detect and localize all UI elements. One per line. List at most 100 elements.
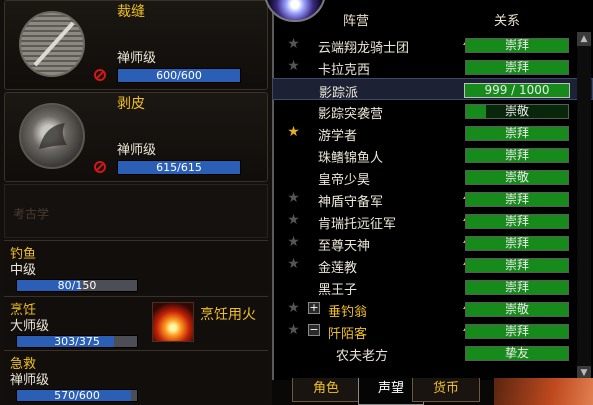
- cooking-fire-label[interactable]: 烹饪用火: [200, 304, 256, 324]
- scroll-up-icon[interactable]: ▲: [577, 32, 591, 46]
- skill-value: 615/615: [156, 161, 202, 174]
- standing-bar: 挚友: [465, 346, 569, 361]
- standing-label: 崇拜: [504, 148, 529, 162]
- faction-name: 神盾守备军: [318, 195, 384, 210]
- standing-label: 崇拜: [504, 192, 529, 206]
- tab-currency[interactable]: 货币: [412, 378, 480, 402]
- collapse-icon[interactable]: −: [308, 324, 320, 336]
- star-icon[interactable]: ★: [286, 235, 301, 250]
- standing-bar: 崇拜: [465, 280, 569, 295]
- secondary-skill-first-aid[interactable]: 急救 禅师级 570/600: [4, 350, 268, 404]
- reputation-row[interactable]: ★ − 阡陌客 崇拜: [272, 320, 593, 342]
- archaeology-row: 考古学: [4, 184, 268, 238]
- profession-name: 剥皮: [117, 96, 145, 112]
- standing-bar: 崇拜: [465, 258, 569, 273]
- standing-label: 崇敬: [504, 170, 529, 184]
- secondary-skill-fishing[interactable]: 钓鱼 中级 80/150: [4, 240, 268, 294]
- standing-label: 崇拜: [504, 280, 529, 294]
- standing-label: 崇拜: [504, 258, 529, 272]
- tab-character[interactable]: 角色: [292, 378, 360, 402]
- standing-bar: 崇敬: [465, 302, 569, 317]
- faction-name: 卡拉克西: [318, 63, 371, 78]
- standing-label: 挚友: [504, 346, 529, 360]
- profession-skill-bar: 615/615: [117, 160, 241, 175]
- skill-value: 80/150: [57, 279, 97, 292]
- reputation-row[interactable]: 农夫老方 挚友: [272, 342, 593, 364]
- standing-bar: 崇拜: [465, 126, 569, 141]
- standing-label: 崇拜: [504, 324, 529, 338]
- tailoring-icon[interactable]: [19, 11, 85, 77]
- reputation-scrollbar[interactable]: ▲ ▼: [577, 32, 591, 380]
- star-icon[interactable]: ★: [286, 257, 301, 272]
- unlearn-icon[interactable]: [94, 161, 106, 173]
- standing-bar: 999 / 1000: [464, 83, 570, 98]
- reputation-row[interactable]: ★ 金莲教 崇拜: [272, 254, 593, 276]
- reputation-row[interactable]: ★ 肯瑞托远征军 崇拜: [272, 210, 593, 232]
- faction-name: 黑王子: [318, 283, 358, 298]
- standing-bar: 崇拜: [465, 60, 569, 75]
- skinning-icon[interactable]: [19, 103, 85, 169]
- profession-card-tailoring[interactable]: 裁缝 禅师级 600/600: [4, 0, 268, 90]
- skill-rank: 中级: [10, 263, 37, 278]
- reputation-row[interactable]: 影踪突袭营 崇敬: [272, 100, 593, 122]
- skill-rank: 禅师级: [10, 373, 50, 388]
- standing-bar: 崇拜: [465, 236, 569, 251]
- standing-label: 崇拜: [504, 38, 529, 52]
- reputation-row[interactable]: ★ 云端翔龙骑士团 崇拜: [272, 34, 593, 56]
- archaeology-label: 考古学: [13, 207, 50, 221]
- faction-name: 影踪派: [319, 86, 359, 101]
- reputation-row[interactable]: 黑王子 崇拜: [272, 276, 593, 298]
- faction-name: 金莲教: [318, 261, 358, 276]
- faction-name: 皇帝少昊: [318, 173, 371, 188]
- standing-label: 崇敬: [504, 104, 529, 118]
- standing-label: 崇拜: [504, 236, 529, 250]
- reputation-row[interactable]: ★ + 垂钓翁 崇敬: [272, 298, 593, 320]
- expand-icon[interactable]: +: [308, 302, 320, 314]
- standing-bar: 崇拜: [465, 148, 569, 163]
- skill-value: 303/375: [54, 335, 100, 348]
- reputation-row[interactable]: ★ 至尊天神 崇拜: [272, 232, 593, 254]
- standing-label: 崇拜: [504, 60, 529, 74]
- reputation-row[interactable]: 珠鳍锦鱼人 崇拜: [272, 144, 593, 166]
- faction-name: 游学者: [318, 129, 358, 144]
- star-icon[interactable]: ★: [286, 191, 301, 206]
- standing-bar: 崇敬: [465, 170, 569, 185]
- profession-skill-bar: 600/600: [117, 68, 241, 83]
- standing-bar: 崇拜: [465, 214, 569, 229]
- standing-bar: 崇拜: [465, 38, 569, 53]
- faction-name: 肯瑞托远征军: [318, 217, 397, 232]
- skill-bar: 80/150: [16, 279, 138, 292]
- background-art: [494, 378, 593, 405]
- standing-bar: 崇拜: [465, 324, 569, 339]
- reputation-row[interactable]: ★ 神盾守备军 崇拜: [272, 188, 593, 210]
- star-icon[interactable]: ★: [286, 125, 301, 140]
- standing-label: 崇拜: [504, 126, 529, 140]
- skill-bar: 570/600: [16, 389, 138, 402]
- reputation-row[interactable]: ★ 游学者 崇拜: [272, 122, 593, 144]
- star-icon[interactable]: ★: [286, 323, 301, 338]
- skill-value: 600/600: [156, 69, 202, 82]
- star-icon[interactable]: ★: [286, 59, 301, 74]
- star-icon[interactable]: ★: [286, 213, 301, 228]
- standing-label: 崇拜: [504, 214, 529, 228]
- standing-label: 999 / 1000: [484, 83, 550, 97]
- professions-panel: 裁缝 禅师级 600/600 剥皮 禅师级 615/615 考古学 钓鱼 中级 …: [0, 0, 272, 405]
- faction-name: 影踪突袭营: [318, 107, 384, 122]
- profession-card-skinning[interactable]: 剥皮 禅师级 615/615: [4, 92, 268, 182]
- column-header-standing: 关系: [494, 14, 521, 29]
- skill-value: 570/600: [54, 389, 100, 402]
- star-icon[interactable]: ★: [286, 301, 301, 316]
- profession-name: 裁缝: [117, 4, 145, 20]
- standing-label: 崇敬: [504, 302, 529, 316]
- reputation-row[interactable]: 皇帝少昊 崇敬: [272, 166, 593, 188]
- faction-name: 垂钓翁: [328, 305, 368, 320]
- skill-rank: 大师级: [10, 319, 50, 334]
- reputation-row[interactable]: 影踪派 999 / 1000: [272, 78, 593, 101]
- faction-name: 阡陌客: [328, 327, 368, 342]
- unlearn-icon[interactable]: [94, 69, 106, 81]
- star-icon[interactable]: ★: [286, 37, 301, 52]
- standing-bar: 崇敬: [465, 104, 569, 119]
- cooking-fire-icon[interactable]: [152, 302, 194, 342]
- profession-rank: 禅师级: [117, 143, 157, 158]
- reputation-row[interactable]: ★ 卡拉克西 崇拜: [272, 56, 593, 78]
